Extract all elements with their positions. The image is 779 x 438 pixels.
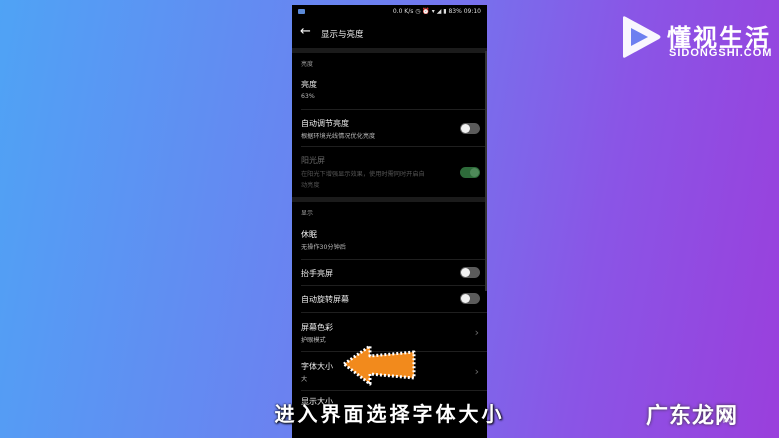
toggle-knob — [461, 268, 470, 277]
chevron-right-icon: › — [474, 326, 479, 339]
brand-domain: SIDONGSHI.COM — [669, 47, 773, 59]
status-indicators: 0.0 K/s ◷ ⏰ ▾ ◢ ▮ 83% 09:10 — [392, 8, 481, 15]
setting-title: 休眠 — [301, 230, 317, 239]
setting-subtitle: 无操作30分钟后 — [301, 244, 346, 251]
setting-title: 亮度 — [301, 80, 317, 89]
setting-subtitle: 在阳光下增强显示效果，使用时需同时开启自 — [301, 171, 425, 178]
section-divider — [292, 48, 487, 53]
setting-title: 屏幕色彩 — [301, 323, 333, 332]
setting-auto-brightness[interactable]: 自动调节亮度 根据环境光线情况优化亮度 — [292, 110, 487, 144]
app-notification-icon — [298, 9, 305, 14]
setting-subtitle: 护眼模式 — [301, 337, 326, 344]
play-logo-icon — [623, 16, 661, 58]
setting-title: 自动旋转屏幕 — [301, 295, 349, 304]
pointer-arrow-icon — [342, 344, 416, 386]
setting-brightness[interactable]: 亮度 63% — [292, 71, 487, 105]
toggle-switch[interactable] — [460, 123, 480, 134]
chevron-right-icon: › — [474, 365, 479, 378]
setting-title: 阳光屏 — [301, 156, 325, 165]
section-divider — [292, 197, 487, 202]
toggle-knob — [461, 294, 470, 303]
toggle-knob — [470, 168, 479, 177]
section-header-brightness: 亮度 — [301, 61, 314, 68]
section-header-display: 显示 — [301, 210, 314, 217]
setting-subtitle-2: 动亮度 — [301, 182, 320, 189]
arrow-left-icon[interactable]: ← — [300, 25, 311, 39]
setting-subtitle: 63% — [301, 93, 315, 100]
setting-subtitle: 大 — [301, 376, 308, 383]
toggle-knob — [461, 124, 470, 133]
brand-logo: 懂视生活 SIDONGSHI.COM — [617, 14, 771, 64]
page-title: 显示与亮度 — [321, 30, 364, 40]
toggle-switch[interactable] — [460, 293, 480, 304]
toggle-switch[interactable] — [460, 167, 480, 178]
setting-raise-to-wake[interactable]: 抬手亮屏 — [292, 260, 487, 285]
setting-subtitle: 根据环境光线情况优化亮度 — [301, 133, 376, 140]
setting-sunlight-screen[interactable]: 阳光屏 在阳光下增强显示效果，使用时需同时开启自 动亮度 — [292, 147, 487, 195]
setting-title: 自动调节亮度 — [301, 119, 349, 128]
setting-title: 字体大小 — [301, 362, 333, 371]
top-bar: ← 显示与亮度 — [292, 19, 487, 49]
watermark-overlay: 活 — [717, 406, 734, 425]
toggle-switch[interactable] — [460, 267, 480, 278]
setting-sleep[interactable]: 休眠 无操作30分钟后 — [292, 221, 487, 259]
setting-auto-rotate[interactable]: 自动旋转屏幕 — [292, 286, 487, 311]
scrollbar[interactable] — [485, 51, 487, 291]
setting-title: 抬手亮屏 — [301, 269, 333, 278]
status-bar: 0.0 K/s ◷ ⏰ ▾ ◢ ▮ 83% 09:10 — [292, 5, 487, 19]
